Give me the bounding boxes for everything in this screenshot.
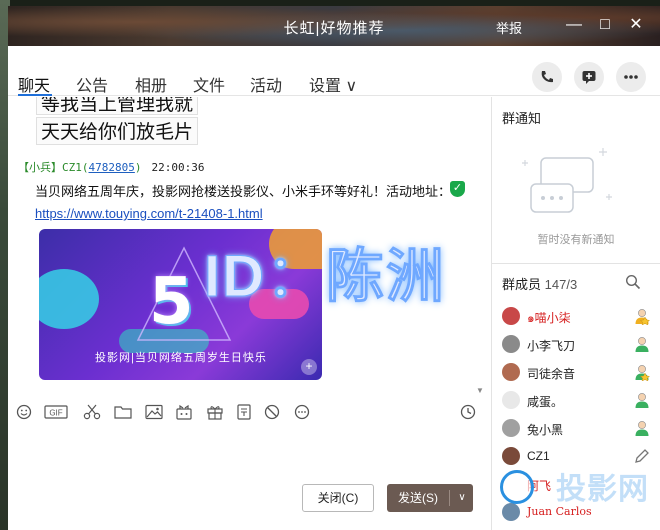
folder-icon[interactable] [114,404,132,420]
edit-pencil-icon [635,449,649,463]
members-count: 147/3 [544,277,578,292]
id-watermark: ID：陈洲 [203,244,447,310]
add-app-button[interactable] [574,62,604,92]
tab-settings[interactable]: 设置 ∨ [309,72,357,96]
scroll-down-arrow-icon[interactable]: ▼ [476,386,486,395]
history-icon[interactable] [460,404,476,420]
more-icon[interactable] [294,404,310,420]
send-button-separator [449,490,450,506]
banner-big-number: 5 [149,265,194,339]
title-bar[interactable]: 长虹|好物推荐 举报 — □ ✕ [8,6,660,46]
avatar[interactable] [502,335,520,353]
panel-separator [492,263,660,264]
banner-expand-icon[interactable]: + [301,359,317,375]
handwritten-text-line-1: 等我当上管理我就 [36,97,199,115]
send-button[interactable]: 发送(S) ∨ [387,484,473,512]
emoji-icon[interactable] [16,404,32,420]
member-row[interactable]: 司徒余音 [498,362,654,382]
send-options-chevron-icon[interactable]: ∨ [453,484,471,512]
member-row[interactable]: 咸蛋。 [498,390,654,410]
notice-empty-text: 暂时没有新通知 [537,234,615,246]
tab-album[interactable]: 相册 [135,72,167,96]
send-button-label: 发送(S) [398,491,438,505]
maximize-button[interactable]: □ [593,14,617,38]
members-title: 群成员 [502,277,542,292]
tab-chat[interactable]: 聊天 [18,72,50,96]
empty-notice-illustration-icon [522,148,612,213]
image-icon[interactable] [145,404,163,420]
activity-link[interactable]: https://www.touying.com/t-21408-1.html [35,206,263,221]
member-name: 小李飞刀 [527,339,576,353]
gift-box-icon[interactable] [175,404,193,420]
active-tab-indicator [18,94,52,96]
sender-qq-open: ( [81,161,89,174]
message-sender-line: 【小兵】CZ1(4782805) 22:00:36 [18,159,204,175]
tab-activity[interactable]: 活动 [250,72,282,96]
sender-qq-close: ) [134,161,142,174]
member-name: 咸蛋。 [527,395,564,409]
avatar[interactable] [502,447,520,465]
member-badge-icon [635,421,649,436]
member-name: 司徒余音 [527,367,576,381]
tab-files[interactable]: 文件 [193,72,225,96]
avatar[interactable] [502,419,520,437]
avatar[interactable] [502,503,520,521]
ellipsis-icon [624,75,638,79]
phone-icon [541,71,553,83]
avatar[interactable] [502,363,520,381]
chat-history[interactable]: 等我当上管理我就 天天给你们放毛片 【小兵】CZ1(4782805) 22:00:… [8,97,490,395]
input-toolbar: GIF [8,398,490,426]
group-chat-window: 长虹|好物推荐 举报 — □ ✕ 聊天 公告 相册 文件 活动 设置 ∨ 等我当… [8,6,660,530]
banner-caption: 投影网|当贝网络五周岁生日快乐 [95,352,267,364]
member-badge-icon [635,393,649,408]
sender-name[interactable]: 【小兵】CZ1 [18,161,82,174]
tab-announcement[interactable]: 公告 [76,72,108,96]
minimize-button[interactable]: — [562,14,586,38]
group-admin-badge-icon [635,365,650,381]
gif-icon[interactable]: GIF [44,404,68,420]
more-options-button[interactable] [616,62,646,92]
avatar[interactable] [502,307,520,325]
panel-divider [491,97,492,530]
message-text: 当贝网络五周年庆，投影网抢楼送投影仪、小米手环等好礼！活动地址： [35,184,452,199]
member-name: 兔小黑 [527,423,564,437]
svg-text:GIF: GIF [49,409,62,418]
message-time: 22:00:36 [151,161,205,174]
present-icon[interactable] [206,404,224,420]
member-row[interactable]: CZ1 [498,446,654,466]
close-button[interactable]: 关闭(C) [302,484,374,512]
member-row[interactable]: 兔小黑 [498,418,654,438]
verified-shield-icon: ✓ [450,181,465,197]
member-name: ๑喵小柒 [527,311,571,325]
group-owner-badge-icon [635,309,650,325]
close-window-button[interactable]: ✕ [624,14,648,38]
sender-qq-link[interactable]: 4782805 [89,161,135,174]
group-notice-title: 群通知 [502,111,542,126]
report-button[interactable]: 举报 [496,18,522,37]
tab-bar: 聊天 公告 相册 文件 活动 设置 ∨ [8,46,660,96]
members-header: 群成员 147/3 [502,274,577,293]
handwritten-text-line-2: 天天给你们放毛片 [36,117,199,145]
block-icon[interactable] [264,404,280,420]
member-row[interactable]: 小李飞刀 [498,334,654,354]
site-watermark-logo-icon [500,470,534,504]
search-icon[interactable] [625,274,641,290]
document-icon[interactable] [236,404,252,420]
banner-decor-blob [39,269,99,329]
member-row[interactable]: ๑喵小柒 [498,306,654,326]
call-button[interactable] [532,62,562,92]
site-watermark: 投影网 [556,473,649,506]
member-name: CZ1 [527,449,550,463]
scissors-icon[interactable] [83,404,101,420]
add-chat-icon [582,71,596,84]
member-badge-icon [635,337,649,352]
avatar[interactable] [502,391,520,409]
